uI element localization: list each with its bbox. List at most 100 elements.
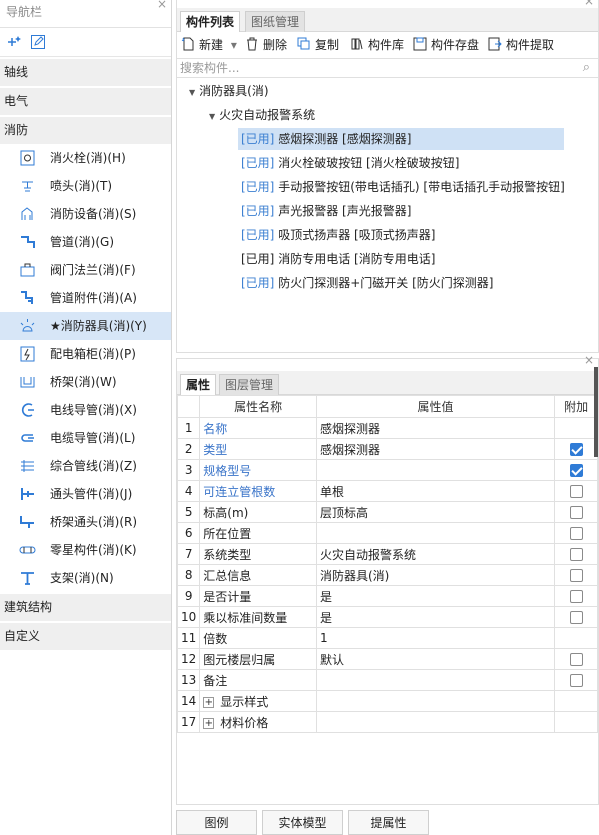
table-row[interactable]: 17 + 材料价格 — [176, 711, 598, 733]
extra-cell[interactable] — [554, 501, 598, 523]
nav-item[interactable]: 消火栓(消)(H) — [0, 144, 171, 172]
extra-cell[interactable] — [554, 480, 598, 502]
property-value[interactable]: 消防器具(消) — [315, 564, 556, 586]
checkbox[interactable] — [569, 443, 583, 456]
nav-item[interactable]: 管道附件(消)(A) — [0, 284, 171, 312]
extra-cell[interactable] — [554, 564, 598, 586]
tree-group[interactable]: ▼ 火灾自动报警系统 — [209, 105, 315, 127]
category-axis[interactable]: 轴线 — [0, 59, 171, 86]
property-value[interactable]: 感烟探测器 — [315, 417, 556, 439]
collapse-arrow-icon[interactable]: ▼ — [189, 88, 195, 97]
close-icon[interactable]: × — [157, 0, 167, 16]
extract-properties-button[interactable]: 提属性 — [348, 810, 429, 835]
table-row[interactable]: 14 + 显示样式 — [176, 690, 598, 712]
legend-button[interactable]: 图例 — [176, 810, 257, 835]
extra-cell[interactable] — [554, 648, 598, 670]
checkbox[interactable] — [569, 611, 583, 624]
component-item[interactable]: [已用] 声光报警器 [声光报警器] — [238, 200, 414, 222]
table-row[interactable]: 11 倍数 1 — [176, 627, 598, 649]
close-icon[interactable]: × — [584, 0, 594, 8]
nav-item[interactable]: 通头管件(消)(J) — [0, 480, 171, 508]
table-row[interactable]: 10 乘以标准间数量是 — [176, 606, 598, 628]
component-item[interactable]: [已用] 感烟探测器 [感烟探测器] — [238, 128, 564, 150]
nav-item[interactable]: 桥架(消)(W) — [0, 368, 171, 396]
property-value[interactable] — [315, 459, 556, 481]
property-value[interactable]: 默认 — [315, 648, 556, 670]
solid-model-button[interactable]: 实体模型 — [262, 810, 343, 835]
component-library-button[interactable]: 构件库 — [350, 34, 404, 56]
edit-icon[interactable] — [30, 34, 46, 53]
extract-component-button[interactable]: 构件提取 — [488, 34, 554, 56]
component-item[interactable]: [已用] 手动报警按钮(带电话插孔) [带电话插孔手动报警按钮] — [238, 176, 568, 198]
close-icon[interactable]: × — [584, 353, 594, 367]
extra-cell[interactable] — [554, 585, 598, 607]
category-custom[interactable]: 自定义 — [0, 623, 171, 650]
nav-item[interactable]: 消防设备(消)(S) — [0, 200, 171, 228]
property-value[interactable] — [315, 669, 556, 691]
checkbox[interactable] — [569, 653, 583, 666]
tab-drawing-management[interactable]: 图纸管理 — [245, 11, 306, 32]
tab-properties[interactable]: 属性 — [180, 374, 217, 395]
tree-root[interactable]: ▼ 消防器具(消) — [189, 81, 269, 103]
nav-item[interactable]: 喷头(消)(T) — [0, 172, 171, 200]
expand-icon[interactable]: + — [203, 696, 215, 708]
component-item[interactable]: [已用] 消火栓破玻按钮 [消火栓破玻按钮] — [238, 152, 462, 174]
expand-icon[interactable]: + — [203, 717, 215, 729]
search-input[interactable] — [177, 59, 557, 77]
checkbox[interactable] — [569, 485, 583, 498]
property-name[interactable]: + 显示样式 — [199, 690, 317, 712]
nav-item[interactable]: 电缆导管(消)(L) — [0, 424, 171, 452]
category-electric[interactable]: 电气 — [0, 88, 171, 115]
nav-item[interactable]: 电线导管(消)(X) — [0, 396, 171, 424]
checkbox[interactable] — [569, 674, 583, 687]
extra-cell[interactable] — [554, 606, 598, 628]
table-row[interactable]: 2 类型 感烟探测器 — [176, 438, 598, 460]
category-fire[interactable]: 消防 — [0, 117, 171, 144]
checkbox[interactable] — [569, 506, 583, 519]
property-value[interactable] — [315, 690, 556, 712]
component-item[interactable]: [已用] 防火门探测器+门磁开关 [防火门探测器] — [238, 272, 496, 294]
table-row[interactable]: 9 是否计量是 — [176, 585, 598, 607]
tab-component-list[interactable]: 构件列表 — [180, 11, 241, 32]
table-row[interactable]: 3 规格型号 — [176, 459, 598, 481]
property-value[interactable]: 单根 — [315, 480, 556, 502]
property-value[interactable]: 1 — [315, 627, 556, 649]
extra-cell[interactable] — [554, 438, 598, 460]
table-row[interactable]: 12 图元楼层归属 默认 — [176, 648, 598, 670]
checkbox[interactable] — [569, 590, 583, 603]
table-row[interactable]: 13 备注 — [176, 669, 598, 691]
property-value[interactable]: 层顶标高 — [315, 501, 556, 523]
table-row[interactable]: 1 名称 感烟探测器 — [176, 417, 598, 439]
checkbox[interactable] — [569, 548, 583, 561]
delete-button[interactable]: 删除 — [245, 34, 287, 56]
nav-item[interactable]: 配电箱柜(消)(P) — [0, 340, 171, 368]
property-value[interactable] — [315, 711, 556, 733]
save-component-button[interactable]: 构件存盘 — [413, 34, 479, 56]
panel-resize-handle[interactable] — [594, 367, 598, 457]
extra-cell[interactable] — [554, 522, 598, 544]
new-button[interactable]: 新建 ▾ — [181, 34, 237, 56]
table-row[interactable]: 4 可连立管根数 单根 — [176, 480, 598, 502]
nav-item[interactable]: 综合管线(消)(Z) — [0, 452, 171, 480]
nav-item[interactable]: 管道(消)(G) — [0, 228, 171, 256]
collapse-arrow-icon[interactable]: ▼ — [209, 112, 215, 121]
nav-item[interactable]: 零星构件(消)(K) — [0, 536, 171, 564]
property-name[interactable]: + 材料价格 — [199, 711, 317, 733]
checkbox[interactable] — [569, 569, 583, 582]
component-item[interactable]: [已用] 消防专用电话 [消防专用电话] — [238, 248, 438, 270]
add-icon[interactable] — [6, 34, 22, 53]
copy-button[interactable]: 复制 — [297, 34, 339, 56]
component-item[interactable]: [已用] 吸顶式扬声器 [吸顶式扬声器] — [238, 224, 438, 246]
table-row[interactable]: 5 标高(m) 层顶标高 — [176, 501, 598, 523]
extra-cell[interactable] — [554, 669, 598, 691]
extra-cell[interactable] — [554, 543, 598, 565]
nav-item[interactable]: 阀门法兰(消)(F) — [0, 256, 171, 284]
property-value[interactable]: 感烟探测器 — [315, 438, 556, 460]
table-row[interactable]: 8 汇总信息 消防器具(消) — [176, 564, 598, 586]
tab-layer-management[interactable]: 图层管理 — [219, 374, 280, 395]
nav-item[interactable]: 桥架通头(消)(R) — [0, 508, 171, 536]
property-value[interactable]: 火灾自动报警系统 — [315, 543, 556, 565]
property-value[interactable]: 是 — [315, 606, 556, 628]
search-icon[interactable]: ⌕ — [583, 60, 590, 75]
property-value[interactable] — [315, 522, 556, 544]
